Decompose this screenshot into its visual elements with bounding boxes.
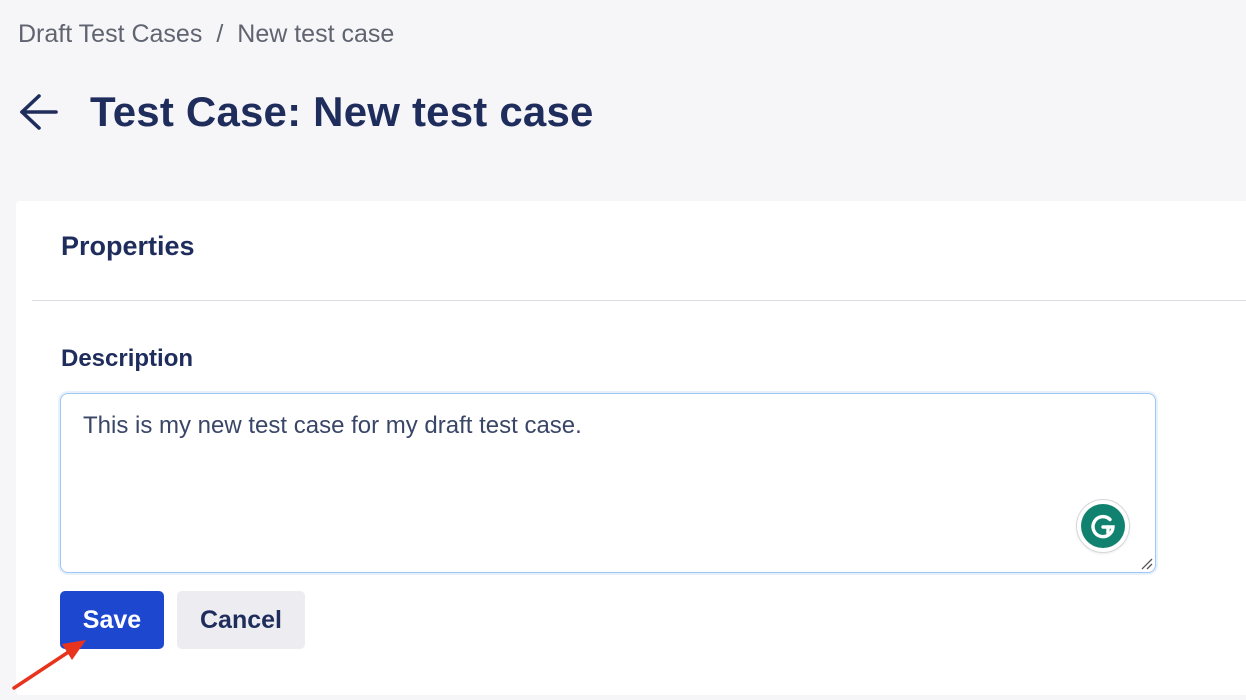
grammarly-g-icon: [1091, 514, 1115, 539]
description-field-wrapper: This is my new test case for my draft te…: [60, 393, 1156, 573]
section-title: Properties: [61, 231, 195, 261]
description-textarea[interactable]: This is my new test case for my draft te…: [61, 394, 1155, 572]
breadcrumb: Draft Test Cases / New test case: [18, 18, 394, 50]
save-button[interactable]: Save: [60, 591, 164, 649]
resize-handle-icon[interactable]: [1139, 556, 1153, 570]
properties-card: Properties Description This is my new te…: [16, 201, 1246, 695]
back-button[interactable]: [16, 90, 60, 134]
breadcrumb-separator: /: [216, 19, 224, 48]
breadcrumb-link-draft-test-cases[interactable]: Draft Test Cases: [18, 20, 202, 49]
cancel-button[interactable]: Cancel: [177, 591, 305, 649]
arrow-left-icon: [20, 94, 58, 130]
page-title: Test Case: New test case: [90, 88, 594, 135]
breadcrumb-current: New test case: [237, 19, 395, 48]
title-row: Test Case: New test case: [16, 84, 594, 140]
grammarly-icon[interactable]: [1077, 500, 1129, 552]
description-label: Description: [61, 345, 194, 372]
grammarly-badge: [1081, 504, 1125, 548]
divider: [32, 300, 1246, 301]
page: Draft Test Cases / New test case Test Ca…: [0, 0, 1246, 700]
